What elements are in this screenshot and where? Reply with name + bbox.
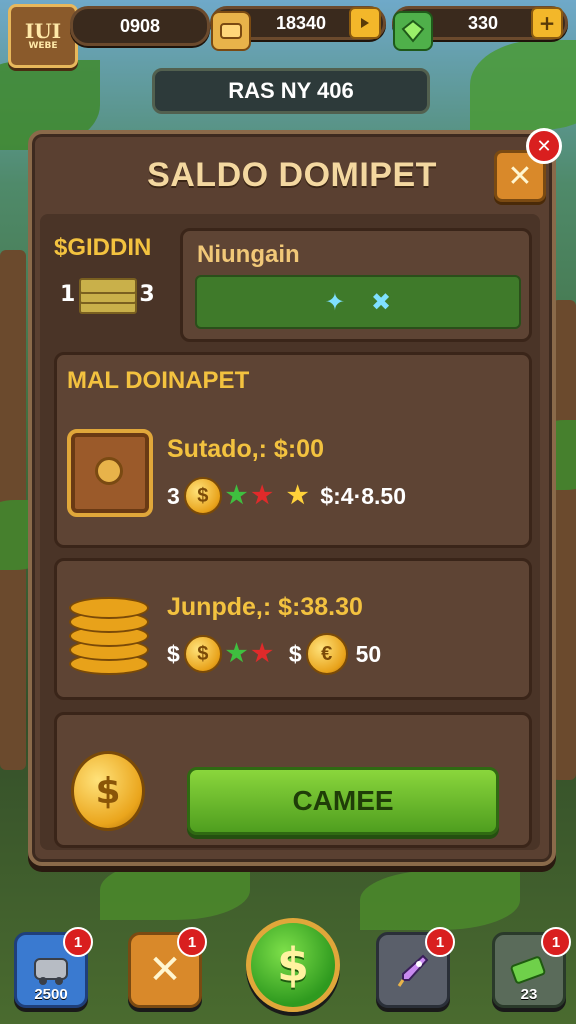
balance-row: 1 3 bbox=[60, 274, 155, 314]
cross-icon: ✕ bbox=[148, 947, 182, 993]
big-coin-icon: $ bbox=[71, 751, 145, 831]
green-star-icon: ★ bbox=[225, 482, 248, 509]
coin-icon: € bbox=[305, 633, 348, 675]
cta-section: $ CAMEE bbox=[54, 712, 532, 848]
red-star-icon: ★ bbox=[251, 640, 273, 667]
panel-dismiss-icon[interactable]: ✕ bbox=[526, 128, 562, 164]
bottom-item-cash[interactable]: 1 23 bbox=[492, 927, 571, 1008]
balance-right-number: 3 bbox=[139, 281, 155, 307]
bottom-item-cancel[interactable]: ✕ 1 bbox=[128, 927, 207, 1008]
coin-icon: $ bbox=[183, 477, 222, 515]
gems-add-button[interactable]: + bbox=[531, 7, 563, 39]
green-star-icon: ★ bbox=[225, 640, 248, 667]
nudge-box: Niungain ✦ ✖ bbox=[180, 228, 532, 342]
treasure-chest-icon bbox=[67, 429, 153, 517]
reward-row-2-items: $ $ ★ ★ $ € 50 bbox=[167, 633, 381, 675]
logo-text-main: IUI bbox=[24, 19, 62, 43]
nudge-label: Niungain bbox=[197, 241, 300, 268]
jackpot-section: Junpde,: $:38.30 $ $ ★ ★ $ € 50 bbox=[54, 558, 532, 700]
coins-add-button[interactable] bbox=[349, 7, 381, 39]
dollar-icon: $ bbox=[276, 938, 309, 992]
coin-icon: $ bbox=[183, 635, 222, 673]
claim-button[interactable]: CAMEE bbox=[187, 767, 499, 835]
gold-star-icon: ★ bbox=[286, 482, 309, 509]
nudge-progress-bar[interactable]: ✦ ✖ bbox=[195, 275, 521, 329]
bottom-item-cash-label: 23 bbox=[520, 986, 538, 1003]
reward-row-2-prefix: $ bbox=[167, 640, 180, 667]
cash-stack-icon bbox=[79, 274, 138, 314]
red-star-icon: ★ bbox=[251, 482, 273, 509]
game-logo[interactable]: IUI WEBE bbox=[8, 4, 78, 68]
resource-1-value: 0908 bbox=[119, 15, 161, 36]
reward-row-2-currency: $ bbox=[288, 640, 302, 667]
balance-label: $GIDDIN bbox=[54, 234, 152, 261]
coin-stack-icon bbox=[69, 591, 149, 675]
cross-sparkle-icon: ✖ bbox=[371, 288, 392, 316]
notification-badge: 1 bbox=[425, 927, 455, 957]
rewards-section-title: MAL DOINAPET bbox=[67, 367, 250, 394]
bottom-item-shop[interactable]: $ bbox=[246, 918, 340, 1012]
rewards-section: MAL DOINAPET Sutado,: $:00 3 $ ★ ★ ★ $:4… bbox=[54, 352, 532, 548]
cash-bundle-icon bbox=[510, 956, 546, 984]
coins-value: 18340 bbox=[275, 12, 327, 33]
resource-counter-1: 0908 bbox=[70, 6, 210, 46]
bottom-item-vehicle[interactable]: 1 2500 bbox=[14, 927, 93, 1008]
bottom-item-vehicle-label: 2500 bbox=[34, 986, 68, 1003]
reward-row-1-items: 3 $ ★ ★ ★ $:4·8.50 bbox=[167, 477, 406, 515]
level-banner: RAS NY 406 bbox=[152, 68, 430, 114]
reward-row-1-prefix: 3 bbox=[167, 482, 180, 509]
resource-counter-gems: 330 + bbox=[392, 6, 568, 51]
reward-row-1-title: Sutado,: $:00 bbox=[167, 435, 324, 463]
resource-counter-coins: 18340 bbox=[210, 6, 386, 51]
sparkle-icon: ✦ bbox=[324, 288, 345, 316]
rocket-icon bbox=[397, 954, 429, 987]
vehicle-icon bbox=[34, 958, 68, 985]
bottom-item-rocket[interactable]: 1 bbox=[376, 927, 455, 1008]
notification-badge: 1 bbox=[541, 927, 571, 957]
notification-badge: 1 bbox=[63, 927, 93, 957]
top-resource-bar: IUI WEBE 0908 18340 330 + bbox=[0, 0, 576, 68]
gems-value: 330 bbox=[467, 12, 499, 33]
panel-title: SALDO DOMIPET bbox=[147, 156, 437, 194]
notification-badge: 1 bbox=[177, 927, 207, 957]
reward-row-2-value: 50 bbox=[355, 640, 382, 667]
saldo-panel: SALDO DOMIPET ✕ ✕ $GIDDIN 1 3 Niungain ✦… bbox=[28, 128, 562, 866]
gem-icon bbox=[393, 11, 433, 51]
logo-text-sub: WEBE bbox=[28, 41, 58, 51]
gold-tablet-icon bbox=[211, 11, 251, 51]
reward-row-2-title: Junpde,: $:38.30 bbox=[167, 593, 363, 621]
balance-left-number: 1 bbox=[60, 281, 76, 307]
reward-row-1-value: $:4·8.50 bbox=[320, 482, 407, 509]
